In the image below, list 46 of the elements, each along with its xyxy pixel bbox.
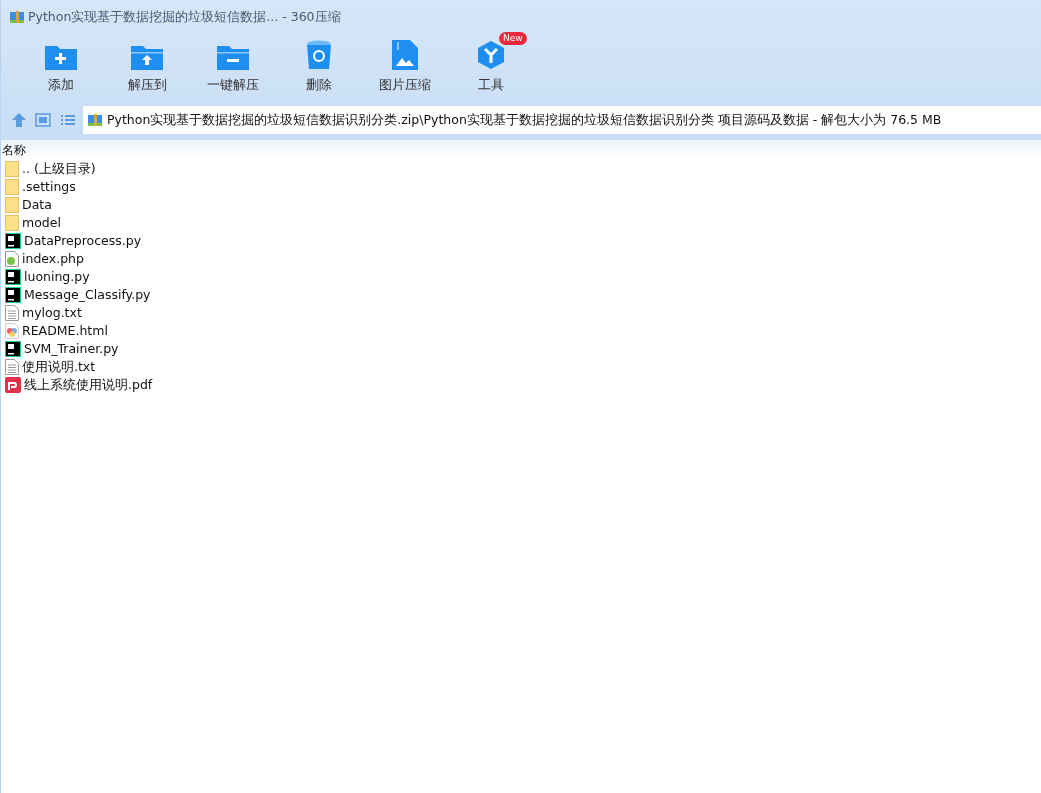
html-file-icon [5,323,19,339]
code-file-icon [5,341,21,357]
file-name[interactable]: 使用说明.txt [22,357,96,377]
file-name[interactable]: SVM_Trainer.py [24,339,119,359]
file-name[interactable]: Message_Classify.py [24,285,151,305]
toolbar-button[interactable]: 图片压缩 [365,38,445,95]
file-name[interactable]: 线上系统使用说明.pdf [24,375,153,395]
list-view-icon[interactable] [59,112,77,128]
code-file-icon [5,233,21,249]
code-file-icon [5,269,21,285]
hexagon-tool-icon [476,40,506,70]
column-header[interactable]: 名称 [2,141,26,159]
recycle-bin-icon [306,40,332,70]
toolbar-button[interactable]: 一键解压 [193,38,273,95]
archive-icon [9,9,25,25]
folder-upload-icon [131,44,163,70]
toolbar-button[interactable]: 解压到 [107,38,187,95]
file-name[interactable]: luoning.py [24,267,90,287]
toolbar-button[interactable]: 添加 [21,38,101,95]
code-file-icon [5,287,21,303]
file-name[interactable]: index.php [22,249,84,269]
address-field[interactable]: Python实现基于数据挖掘的垃圾短信数据识别分类.zip\Python实现基于数据挖掘的垃圾短信数据识别分类 项目源码及数据 - 解包大小为 76.5 MB [83,106,1041,134]
web-file-icon [5,251,19,267]
file-name[interactable]: DataPreprocess.py [24,231,142,251]
folder-icon [5,179,19,195]
window-title: Python实现基于数据挖掘的垃圾短信数据... - 360压缩 [28,7,341,26]
folder-plus-icon [45,44,77,70]
new-badge: New [499,32,527,45]
folder-icon [5,215,19,231]
folder-icon [5,161,19,177]
folder-minus-icon [217,44,249,70]
image-file-icon [392,40,418,70]
thumbnail-view-icon[interactable] [33,112,53,128]
folder-name[interactable]: model [22,213,61,233]
toolbar-button[interactable]: 删除 [279,38,359,95]
folder-name[interactable]: Data [22,195,52,215]
folder-icon [5,197,19,213]
file-name[interactable]: README.html [22,321,108,341]
text-file-icon [5,305,19,321]
file-name[interactable]: mylog.txt [22,303,82,323]
pdf-file-icon [5,377,21,393]
text-file-icon [5,359,19,375]
folder-name[interactable]: .settings [22,177,76,197]
archive-icon [87,112,103,128]
folder-name[interactable]: .. (上级目录) [22,159,96,179]
up-arrow-icon[interactable] [11,112,27,128]
